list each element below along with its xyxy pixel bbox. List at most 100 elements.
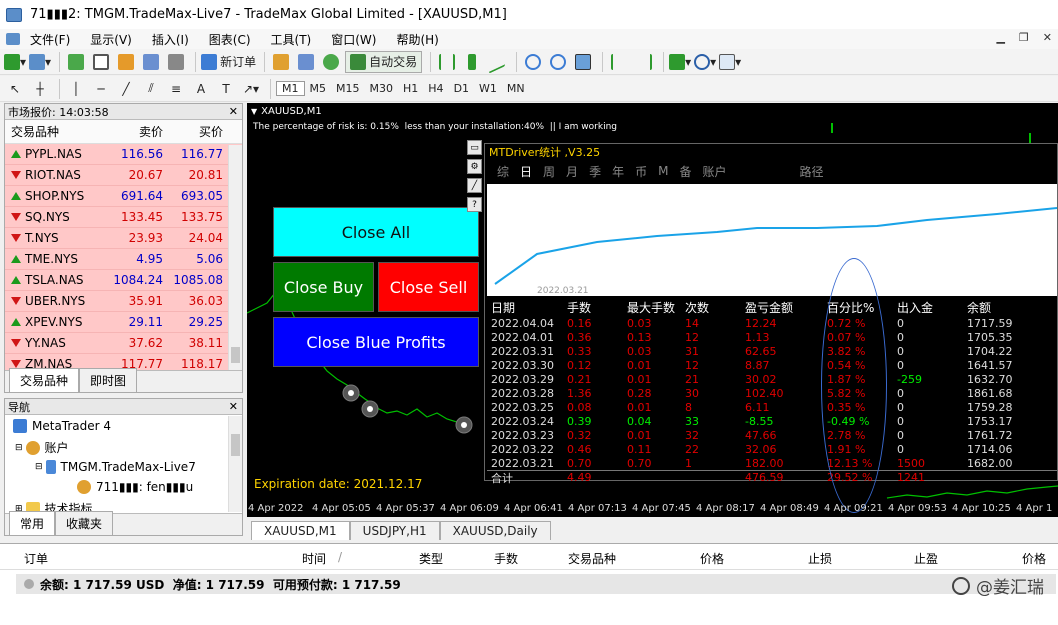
auto-scroll-button[interactable] [608,51,630,73]
market-watch-row[interactable]: TME.NYS 4.95 5.06 [5,249,242,270]
close-blue-profits-button[interactable]: Close Blue Profits [273,317,479,367]
cursor-button[interactable]: ↖ [4,78,26,100]
scroll-thumb[interactable] [231,347,240,363]
col-price2[interactable]: 价格 [1022,550,1046,567]
col-order[interactable]: 订单 [24,550,48,567]
stats-tab[interactable]: M [658,164,668,178]
line-chart-button[interactable] [486,49,508,74]
stats-tab[interactable]: 年 [612,163,624,180]
trendline-button[interactable]: ╱ [115,78,137,100]
tile-windows-button[interactable] [572,51,594,73]
chart-tab-xauusd-daily[interactable]: XAUUSD,Daily [439,521,551,540]
stats-tab[interactable]: 综 [497,163,509,180]
tf-w1[interactable]: W1 [474,82,502,95]
col-symbol[interactable]: 交易品种 [5,123,101,140]
candle-chart-button[interactable] [461,51,483,73]
help-icon[interactable]: ? [467,197,482,212]
col-type[interactable]: 类型 [419,550,443,567]
market-watch-button[interactable] [65,51,87,73]
new-order-button[interactable]: 新订单 [201,51,256,73]
terminal-button[interactable] [140,51,162,73]
minimize-icon[interactable]: ▭ [467,140,482,155]
close-icon[interactable]: ✕ [229,105,238,118]
zoom-in-button[interactable] [522,51,544,73]
tf-h1[interactable]: H1 [398,82,423,95]
templates-button[interactable]: ▾ [719,51,741,73]
stats-tab[interactable]: 季 [589,163,601,180]
market-watch-row[interactable]: PYPL.NAS 116.56 116.77 [5,144,242,165]
menu-view[interactable]: 显示(V) [80,31,142,48]
tab-symbols[interactable]: 交易品种 [9,368,80,392]
col-bid[interactable]: 卖价 [101,123,163,140]
menu-file[interactable]: 文件(F) [20,31,80,48]
tree-account-entry[interactable]: 711▮▮▮: fen▮▮▮u [77,480,193,494]
col-tp[interactable]: 止盈 [914,550,938,567]
tf-h4[interactable]: H4 [423,82,448,95]
tf-d1[interactable]: D1 [449,82,474,95]
crosshair-button[interactable]: ┼ [29,78,51,100]
tf-m30[interactable]: M30 [365,82,399,95]
text-button[interactable]: A [190,78,212,100]
close-icon[interactable]: ✕ [1043,31,1052,44]
new-chart-button[interactable]: ▾ [4,51,26,73]
indicators-button[interactable]: ▾ [669,51,691,73]
label-button[interactable]: T [215,78,237,100]
col-lots[interactable]: 手数 [494,550,518,567]
market-watch-row[interactable]: RIOT.NAS 20.67 20.81 [5,165,242,186]
scroll-thumb[interactable] [231,434,240,456]
stats-tab[interactable]: 备 [679,163,691,180]
minimize-icon[interactable]: ▁ [996,31,1004,44]
tree-root[interactable]: MetaTrader 4 [13,419,111,433]
menu-help[interactable]: 帮助(H) [386,31,448,48]
market-watch-row[interactable]: SQ.NYS 133.45 133.75 [5,207,242,228]
tab-tick-chart[interactable]: 即时图 [79,368,138,392]
settings-icon[interactable]: ⚙ [467,159,482,174]
tab-common[interactable]: 常用 [9,511,56,535]
col-symbol[interactable]: 交易品种 [568,550,616,567]
stats-tab[interactable]: 路径 [800,163,824,180]
restore-icon[interactable]: ❐ [1019,31,1029,44]
fibonacci-button[interactable]: ≡ [165,78,187,100]
tab-favorites[interactable]: 收藏夹 [55,511,114,535]
strategy-tester-button[interactable] [165,51,187,73]
metaeditor-button[interactable] [270,51,292,73]
market-watch-row[interactable]: YY.NAS 37.62 38.11 [5,333,242,354]
arrows-button[interactable]: ↗▾ [240,78,262,100]
periods-button[interactable]: ▾ [694,51,716,73]
tf-mn[interactable]: MN [502,82,530,95]
close-buy-button[interactable]: Close Buy [273,262,374,312]
navigator-scrollbar[interactable] [228,416,242,512]
horizontal-line-button[interactable]: ─ [90,78,112,100]
stats-tab[interactable]: 月 [566,163,578,180]
tf-m5[interactable]: M5 [305,82,332,95]
market-watch-row[interactable]: SHOP.NYS 691.64 693.05 [5,186,242,207]
market-watch-row[interactable]: UBER.NYS 35.91 36.03 [5,291,242,312]
tree-server[interactable]: ⊟ TMGM.TradeMax-Live7 [35,460,196,474]
market-button[interactable] [320,51,342,73]
menu-charts[interactable]: 图表(C) [199,31,261,48]
market-watch-scrollbar[interactable] [228,145,242,371]
tf-m1[interactable]: M1 [276,81,305,96]
signals-button[interactable] [295,51,317,73]
market-watch-row[interactable]: TSLA.NAS 1084.24 1085.08 [5,270,242,291]
channel-button[interactable]: ⫽ [140,78,162,100]
chart-tab-xauusd-m1[interactable]: XAUUSD,M1 [251,521,350,540]
market-watch-row[interactable]: XPEV.NYS 29.11 29.25 [5,312,242,333]
vertical-line-button[interactable]: │ [65,78,87,100]
stats-tab[interactable]: 币 [635,163,647,180]
stats-tab[interactable]: 日 [520,163,532,180]
menu-window[interactable]: 窗口(W) [321,31,386,48]
col-ask[interactable]: 买价 [163,123,223,140]
profiles-button[interactable]: ▾ [29,51,51,73]
navigator-button[interactable] [115,51,137,73]
market-watch-row[interactable]: T.NYS 23.93 24.04 [5,228,242,249]
col-price[interactable]: 价格 [700,550,724,567]
col-sl[interactable]: 止损 [808,550,832,567]
col-time[interactable]: 时间 [302,550,326,567]
chart-tab-usdjpy-h1[interactable]: USDJPY,H1 [349,521,440,540]
auto-trade-button[interactable]: 自动交易 [345,50,423,73]
stats-tab[interactable]: 账户 [702,163,726,180]
zoom-out-button[interactable] [547,51,569,73]
menu-insert[interactable]: 插入(I) [142,31,199,48]
menu-tools[interactable]: 工具(T) [261,31,322,48]
